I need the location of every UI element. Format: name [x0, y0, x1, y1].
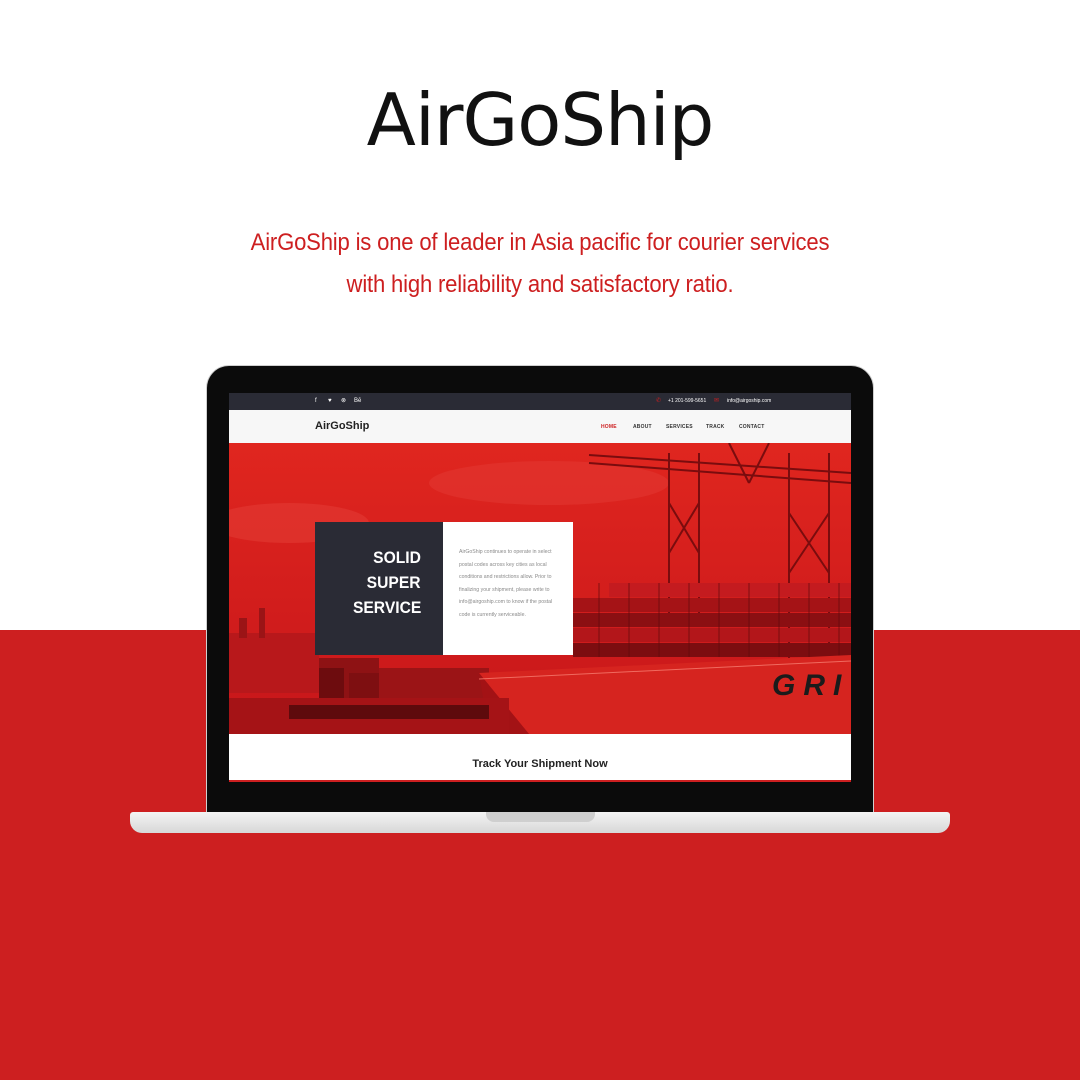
hero-body-text: AirGoShip continues to operate in select… [459, 549, 553, 618]
mail-icon: ✉ [714, 398, 720, 404]
brand-title: AirGoShip [366, 78, 715, 162]
nav-home[interactable]: HOME [601, 424, 617, 430]
hero-text-card: AirGoShip continues to operate in select… [443, 522, 573, 655]
site-navbar: AirGoShip HOME ABOUT SERVICES TRACK CONT… [229, 410, 851, 443]
nav-contact[interactable]: CONTACT [739, 424, 764, 430]
track-heading: Track Your Shipment Now [472, 758, 608, 770]
headline-line-1: SOLID [373, 548, 421, 567]
site-logo[interactable]: AirGoShip [315, 420, 369, 432]
ship-lettering: GRI [772, 669, 850, 702]
pinterest-icon[interactable]: ⊗ [341, 397, 346, 406]
tagline-line-1: AirGoShip is one of leader in Asia pacif… [250, 229, 830, 256]
hero-banner: GRI SOLID SUPER SERVICE AirGoShip contin… [229, 443, 851, 734]
topbar-email[interactable]: info@airgoship.com [727, 398, 771, 405]
phone-icon: ✆ [656, 398, 662, 404]
laptop-notch [486, 812, 595, 822]
tagline-line-2: with high reliability and satisfactory r… [346, 271, 734, 298]
screen-bottom-accent [229, 780, 851, 782]
headline-line-3: SERVICE [352, 598, 421, 617]
brand-tagline: AirGoShip is one of leader in Asia pacif… [172, 222, 908, 306]
twitter-icon[interactable]: ♥ [328, 397, 332, 406]
nav-about[interactable]: ABOUT [633, 424, 652, 430]
laptop-screen: f ♥ ⊗ Bē ✆ +1 201-599-5651 ✉ info@airgos… [229, 393, 851, 782]
headline-line-2: SUPER [367, 573, 421, 592]
site-topbar: f ♥ ⊗ Bē ✆ +1 201-599-5651 ✉ info@airgos… [229, 393, 851, 410]
behance-icon[interactable]: Bē [354, 397, 361, 406]
nav-track[interactable]: TRACK [706, 424, 725, 430]
topbar-phone[interactable]: +1 201-599-5651 [668, 398, 706, 405]
hero-headline-card: SOLID SUPER SERVICE [315, 522, 443, 655]
nav-services[interactable]: SERVICES [666, 424, 693, 430]
facebook-icon[interactable]: f [315, 397, 317, 406]
